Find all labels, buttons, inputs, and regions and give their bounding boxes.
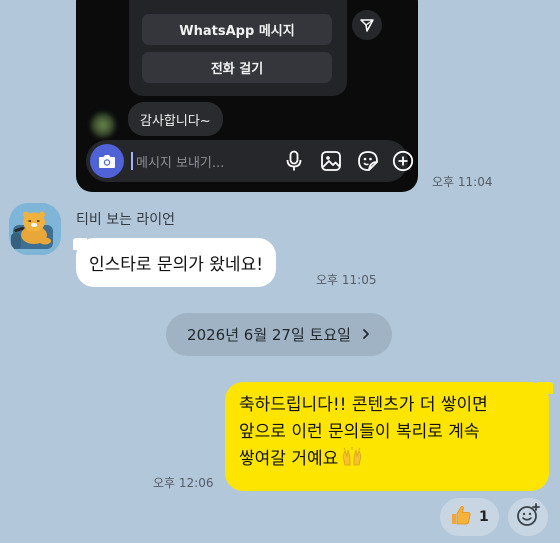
plus-icon <box>391 149 415 173</box>
outgoing-message-line: 앞으로 이런 문의들이 복리로 계속 <box>239 422 480 442</box>
add-emoji-icon <box>515 502 541 532</box>
outgoing-message-line-with-emoji: 쌓여갈 거예요 <box>239 446 535 476</box>
outgoing-message-line: 쌓여갈 거예요 <box>239 449 339 469</box>
business-contact-card: WhatsApp 메시지 전화 걸기 <box>129 0 347 96</box>
raising-hands-emoji-icon <box>341 447 363 476</box>
thumbs-up-icon <box>449 503 473 531</box>
image-timestamp: 오후 11:04 <box>432 175 493 189</box>
call-button: 전화 걸기 <box>142 52 332 83</box>
reaction-count: 1 <box>479 509 489 525</box>
shared-screenshot-image[interactable]: WhatsApp 메시지 전화 걸기 감사합니다~ 메시지 보내기... <box>76 0 418 192</box>
thumbs-up-reaction[interactable]: 1 <box>440 498 499 536</box>
incoming-message-bubble[interactable]: 인스타로 문의가 왔네요! <box>72 238 277 287</box>
message-input-bar: 메시지 보내기... <box>86 140 414 182</box>
outgoing-timestamp: 오후 12:06 <box>153 476 214 490</box>
send-icon <box>352 10 382 40</box>
sender-name: 티비 보는 라이언 <box>76 212 176 228</box>
gallery-icon <box>319 149 343 173</box>
message-input-placeholder: 메시지 보내기... <box>136 156 225 171</box>
thanks-message-bubble: 감사합니다~ <box>128 102 223 136</box>
incoming-timestamp: 오후 11:05 <box>316 273 377 287</box>
date-separator-label: 2026년 6월 27일 토요일 <box>187 326 351 344</box>
text-caret <box>131 152 133 170</box>
blurred-avatar <box>90 112 116 138</box>
outgoing-message-bubble[interactable]: 축하드립니다!! 콘텐츠가 더 쌓이면 앞으로 이런 문의들이 복리로 계속 쌓… <box>225 382 553 491</box>
date-separator[interactable]: 2026년 6월 27일 토요일 <box>166 313 392 356</box>
outgoing-message-line: 축하드립니다!! 콘텐츠가 더 쌓이면 <box>239 395 488 415</box>
chevron-right-icon <box>361 326 371 344</box>
camera-icon <box>90 144 124 178</box>
whatsapp-message-button: WhatsApp 메시지 <box>142 14 332 45</box>
add-reaction-button[interactable] <box>508 498 548 536</box>
microphone-icon <box>282 149 306 173</box>
sticker-icon <box>356 149 380 173</box>
sender-avatar[interactable] <box>9 203 61 255</box>
